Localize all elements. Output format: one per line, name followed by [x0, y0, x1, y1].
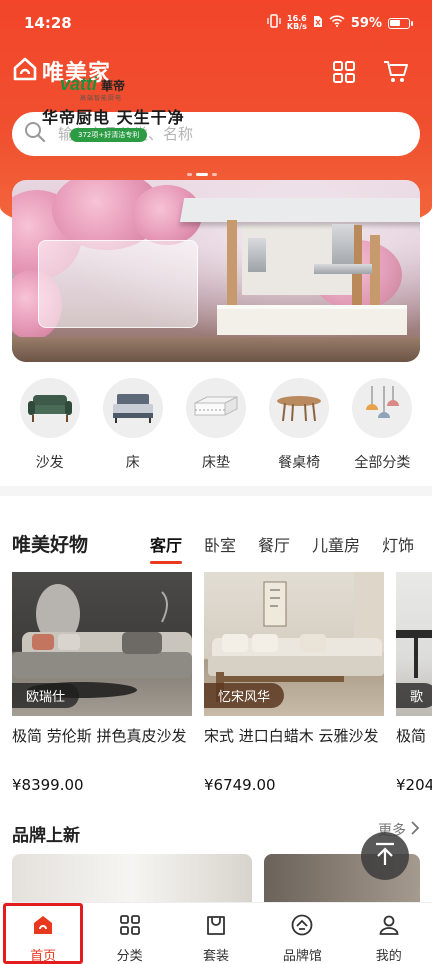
network-speed: 16.6 KB/s: [287, 15, 307, 31]
category-sofa[interactable]: 沙发: [15, 378, 85, 472]
grid-icon: [118, 913, 142, 941]
tab-bedroom[interactable]: 卧室: [204, 532, 236, 556]
brand-card-image[interactable]: [12, 854, 252, 904]
ad-logo-cn: 華帝: [101, 79, 126, 93]
vibrate-icon: [267, 14, 281, 32]
kitchen-island: [217, 305, 407, 335]
pagination-dot: [196, 173, 208, 176]
promo-banner[interactable]: [12, 180, 420, 362]
range-hood: [314, 264, 372, 274]
nav-label: 首页: [30, 949, 57, 964]
brands-section-title: 品牌上新: [12, 826, 80, 846]
tab-kids-room[interactable]: 儿童房: [312, 532, 360, 556]
banner-floor: [12, 337, 420, 362]
ad-subtitle: 高端智能厨电: [80, 95, 123, 102]
product-title: 极简: [396, 727, 427, 745]
product-card[interactable]: 欧瑞仕 极简 劳伦斯 拼色真皮沙发 ¥8399.00: [12, 572, 192, 794]
category-label: 沙发: [35, 455, 64, 471]
product-title: 极简 劳伦斯 拼色真皮沙发: [12, 727, 187, 745]
category-all[interactable]: 全部分类: [347, 378, 417, 472]
chevron-right-icon: [410, 820, 420, 840]
tab-living-room[interactable]: 客厅: [150, 532, 183, 564]
sofa-icon: [19, 378, 80, 438]
ad-slogan: 华帝厨电 天生干净: [42, 108, 185, 127]
arrow-up-icon: [372, 841, 398, 871]
product-image: 欧瑞仕: [12, 572, 192, 716]
range-hood: [248, 238, 266, 272]
category-label: 床: [125, 455, 140, 471]
status-icons: 16.6 KB/s 59%: [267, 14, 413, 32]
product-price: ¥6749.00: [204, 776, 276, 794]
brand-hall-icon: [290, 913, 314, 941]
lamps-icon: [352, 378, 413, 438]
section-title: 唯美好物: [12, 534, 89, 556]
category-dining[interactable]: 餐桌椅: [264, 378, 334, 472]
battery-fill: [390, 19, 400, 26]
bed-icon: [102, 378, 163, 438]
mattress-icon: [185, 378, 246, 438]
category-label: 床垫: [201, 455, 230, 471]
header-actions: [330, 58, 410, 86]
ad-logo: vatti 華帝: [60, 74, 125, 95]
nav-sets[interactable]: 套装: [176, 903, 256, 964]
nav-home[interactable]: 首页: [3, 903, 84, 964]
sim-icon: [313, 15, 323, 32]
category-grid-icon[interactable]: [330, 58, 358, 86]
battery-percent: 59%: [350, 15, 382, 31]
pagination-dot: [187, 173, 192, 176]
banner-pagination: [187, 173, 217, 176]
nav-label: 品牌馆: [282, 949, 322, 964]
ad-logo-latin: vatti: [60, 74, 98, 94]
product-price: ¥204: [396, 776, 432, 794]
user-icon: [377, 913, 401, 941]
bottom-navigation: 首页 分类 套装 品牌馆 我的: [0, 902, 432, 964]
nav-brand-hall[interactable]: 品牌馆: [262, 903, 342, 964]
nav-label: 我的: [375, 949, 402, 964]
banner-roof: [179, 198, 420, 222]
back-to-top-button[interactable]: [361, 832, 409, 880]
ad-pill: 372项+好清洁专利: [70, 128, 148, 142]
nav-profile[interactable]: 我的: [349, 903, 429, 964]
category-row: 沙发 床 床垫 餐桌椅 全部分类: [0, 378, 432, 472]
product-image: 歌: [396, 572, 432, 716]
product-carousel: 欧瑞仕 极简 劳伦斯 拼色真皮沙发 ¥8399.00 忆宋风华 宋式 进口白蜡木…: [12, 572, 432, 802]
wifi-icon: [329, 15, 345, 31]
category-label: 全部分类: [354, 455, 411, 471]
category-bed[interactable]: 床: [98, 378, 168, 472]
product-image: 忆宋风华: [204, 572, 384, 716]
product-card[interactable]: 歌 极简 ¥204: [396, 572, 432, 794]
battery-icon: [388, 17, 413, 29]
pagination-dot: [212, 173, 217, 176]
dining-table-icon: [269, 378, 330, 438]
product-brand-tag: 欧瑞仕: [12, 683, 80, 708]
cart-icon[interactable]: [382, 58, 410, 86]
nav-label: 套装: [202, 949, 229, 964]
home-icon: [31, 913, 55, 941]
category-mattress[interactable]: 床垫: [181, 378, 251, 472]
tab-lighting[interactable]: 灯饰: [382, 532, 414, 556]
tab-dining-room[interactable]: 餐厅: [258, 532, 290, 556]
status-bar: 14:28 16.6 KB/s 59%: [0, 0, 432, 50]
nav-category[interactable]: 分类: [90, 903, 170, 964]
section-divider: [0, 486, 432, 496]
product-brand-tag: 歌: [396, 683, 432, 708]
product-title: 宋式 进口白蜡木 云雅沙发: [204, 727, 379, 745]
room-tabs: 客厅 卧室 餐厅 儿童房 灯饰: [150, 532, 414, 564]
product-price: ¥8399.00: [12, 776, 84, 794]
status-time: 14:28: [24, 14, 72, 32]
house-logo-icon: [12, 56, 38, 86]
network-speed-unit: KB/s: [286, 22, 307, 31]
nav-label: 分类: [116, 949, 143, 964]
product-card[interactable]: 忆宋风华 宋式 进口白蜡木 云雅沙发 ¥6749.00: [204, 572, 384, 794]
product-brand-tag: 忆宋风华: [204, 683, 285, 708]
ad-card: [38, 240, 198, 328]
category-label: 餐桌椅: [278, 455, 321, 471]
bag-icon: [204, 913, 228, 941]
